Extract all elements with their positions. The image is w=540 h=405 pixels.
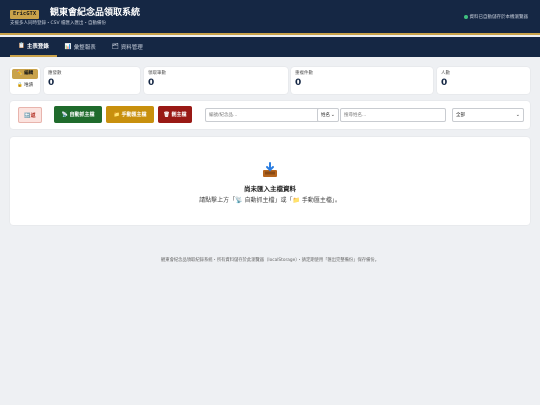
auto-fetch-master-button[interactable]: 📡 自動抓主檔	[54, 106, 102, 123]
tab-summary-report[interactable]: 📊 彙整報表	[57, 37, 104, 57]
stat-label: 人數	[441, 71, 450, 76]
edit-mode-button[interactable]: ✏️ 編輯	[12, 69, 38, 79]
mode-toggle: ✏️ 編輯 🔒 唯讀	[10, 67, 40, 94]
footer-note: 観東會紀念品領取紀錄系統・所有資料儲存於此瀏覽器（localStorage）・請…	[160, 258, 380, 263]
empty-state-hint: 請點擊上方「📡 自動抓主檔」或「📁 手動匯主檔」。	[199, 197, 341, 204]
chevron-down-icon: ⌄	[515, 112, 520, 118]
stat-value: 0	[148, 78, 155, 88]
stat-card-people: 人數 0	[437, 67, 530, 94]
clipboard-icon: 📋	[18, 43, 25, 49]
save-status: 資料已自動儲存於本機瀏覽器	[463, 14, 529, 20]
empty-state-title: 尚未匯入主檔資料	[244, 185, 296, 193]
status-filter-value: 全部	[456, 113, 465, 118]
tab-label: 彙整報表	[73, 45, 96, 51]
status-filter-select[interactable]: 全部 ⌄	[452, 108, 524, 122]
stat-value: 0	[441, 78, 448, 88]
save-status-text: 資料已自動儲存於本機瀏覽器	[469, 15, 529, 20]
stat-label: 重複件數	[295, 71, 313, 76]
status-dot-icon	[463, 15, 468, 19]
field-select[interactable]: 姓名 ⌄	[317, 108, 339, 122]
stat-card-duplicates: 重複件數 0	[291, 67, 433, 94]
stat-value: 0	[48, 78, 55, 88]
app-logo: EricGTX	[10, 10, 40, 19]
stat-card-expected: 應發數 0	[44, 67, 140, 94]
back-button[interactable]: 🔙返	[18, 107, 42, 123]
tab-label: 主表登錄	[26, 44, 49, 50]
main-nav: 📋 主表登錄 📊 彙整報表 🗂 資料管理	[0, 37, 540, 57]
empty-state-panel: 尚未匯入主檔資料 請點擊上方「📡 自動抓主檔」或「📁 手動匯主檔」。	[10, 137, 530, 225]
tab-main-entry[interactable]: 📋 主表登錄	[10, 37, 57, 57]
toolbar: 🔙返 📡 自動抓主檔 📁 手動匯主檔 🗑 刪主檔 姓名 ⌄ 全部 ⌄	[10, 101, 530, 129]
app-header: EricGTX 観東會紀念品領取系統 支援多人同時登錄・CSV 檔匯入匯出・自動…	[0, 0, 540, 35]
manual-import-master-button[interactable]: 📁 手動匯主檔	[106, 106, 154, 123]
stat-value: 0	[295, 78, 302, 88]
chart-icon: 📊	[64, 44, 72, 50]
inbox-tray-icon	[263, 162, 277, 177]
stat-card-claimed: 領取筆數 0	[144, 67, 288, 94]
chevron-down-icon: ⌄	[330, 112, 335, 118]
field-select-value: 姓名	[321, 113, 330, 118]
search-input[interactable]	[205, 108, 321, 122]
stat-label: 領取筆數	[148, 71, 166, 76]
view-mode-button[interactable]: 🔒 唯讀	[12, 81, 38, 91]
folder-icon: 🗂	[111, 44, 119, 50]
stat-label: 應發數	[48, 71, 62, 76]
name-search-input[interactable]	[340, 108, 446, 122]
app-subtitle: 支援多人同時登錄・CSV 檔匯入匯出・自動備份	[10, 21, 107, 26]
app-title: 観東會紀念品領取系統	[50, 8, 141, 18]
tab-label: 資料管理	[120, 45, 143, 51]
tab-data-management[interactable]: 🗂 資料管理	[104, 37, 151, 57]
delete-master-button[interactable]: 🗑 刪主檔	[158, 106, 192, 123]
